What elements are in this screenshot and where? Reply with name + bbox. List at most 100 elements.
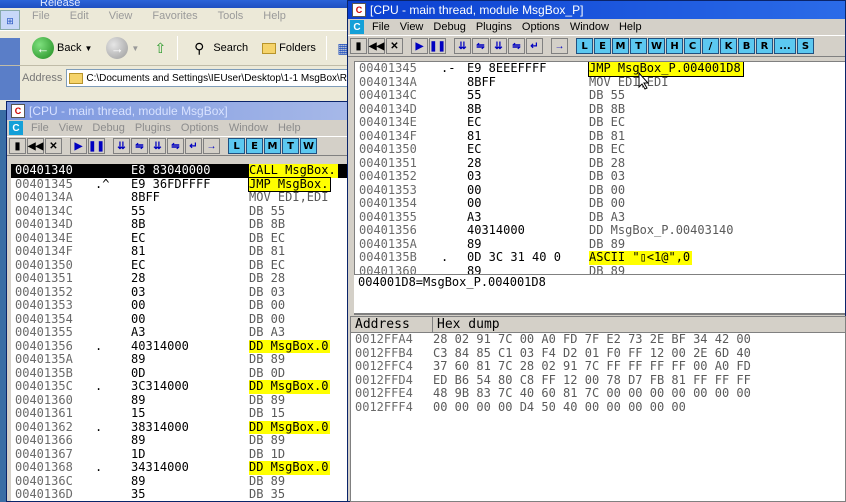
step-into-icon[interactable]: ⇊ [454,38,471,54]
handles-window-button[interactable]: H [666,38,683,54]
disasm-row[interactable]: 0040135B. 0D 3C 31 40 0 ASCII "▯<1@",0 [355,250,845,265]
trace-over-icon[interactable]: ⇋ [508,38,525,54]
disasm-row[interactable]: 0040135B 0D DB 0D [11,366,347,381]
menu-view[interactable]: View [395,21,429,33]
disasm-row[interactable]: 00401351 28 DB 28 [11,271,347,286]
references-button[interactable]: R [756,38,773,54]
open-icon[interactable]: ▮ [350,38,367,54]
disasm-row[interactable]: 00401368. 34314000 DD MsgBox.0 [11,460,347,475]
dump-row[interactable]: 0012FFA4 28 02 91 7C 00 A0 FD 7F E2 73 2E… [351,332,845,347]
memory-window-button[interactable]: M [612,38,629,54]
close-icon[interactable]: ✕ [45,138,62,154]
pause-icon[interactable]: ❚❚ [88,138,105,154]
disasm-row[interactable]: 0040134D 8B DB 8B [355,102,845,117]
disasm-row[interactable]: 00401350 EC DB EC [355,142,845,157]
dump-header-address[interactable]: Address [351,317,433,332]
windows-window-button[interactable]: W [300,138,317,154]
menu-file[interactable]: File [367,21,395,33]
pause-icon[interactable]: ❚❚ [429,38,446,54]
disasm-row[interactable]: 00401360 89 DB 89 [355,264,845,274]
execute-till-return-icon[interactable]: ↵ [185,138,202,154]
source-button[interactable]: S [797,38,814,54]
disassembly-pane[interactable]: 00401340 $ E8 83040000 CALL MsgBox. 00401345… [11,164,347,501]
patches-window-button[interactable]: / [702,38,719,54]
run-trace-button[interactable]: ... [774,38,796,54]
cpu-window-titlebar[interactable]: C [CPU - main thread, module MsgBox_P] [348,1,845,19]
up-folder-icon[interactable]: ⇧ [149,37,171,59]
disasm-row[interactable]: 00401356. 40314000 DD MsgBox.0 [11,339,347,353]
breakpoints-button[interactable]: B [738,38,755,54]
menu-help[interactable]: Help [273,122,306,134]
disasm-row[interactable]: 0040134A 8BFF MOV EDI,EDI [11,190,347,205]
step-into-icon[interactable]: ⇊ [113,138,130,154]
rewind-icon[interactable]: ◀◀ [27,138,44,154]
dump-row[interactable]: 0012FFB4 C3 84 85 C1 03 F4 D2 01 F0 FF 12… [351,346,845,361]
disasm-row[interactable]: 00401340 $ E8 83040000 CALL MsgBox. [11,164,347,178]
disasm-row[interactable]: 00401360 89 DB 89 [11,393,347,408]
search-button[interactable]: ⚲ Search [184,35,252,61]
windows-window-button[interactable]: W [648,38,665,54]
log-window-button[interactable]: L [228,138,245,154]
dump-row[interactable]: 0012FFD4 ED B6 54 80 C8 FF 12 00 78 D7 FB… [351,373,845,388]
menu-help[interactable]: Help [253,10,296,28]
chevron-down-icon[interactable]: ▼ [84,44,92,53]
disasm-row[interactable]: 00401353 00 DB 00 [355,183,845,198]
menu-file[interactable]: File [22,10,60,28]
disasm-row[interactable]: 0040134F 81 DB 81 [11,244,347,259]
back-button[interactable]: ← Back ▼ [28,35,96,61]
memory-window-button[interactable]: M [264,138,281,154]
disasm-row[interactable]: 00401366 89 DB 89 [11,433,347,448]
disasm-row[interactable]: 0040134F 81 DB 81 [355,129,845,144]
menu-options[interactable]: Options [176,122,224,134]
disasm-row[interactable]: 00401353 00 DB 00 [11,298,347,313]
disasm-row[interactable]: 00401367 1D DB 1D [11,447,347,462]
disasm-row[interactable]: 00401355 A3 DB A3 [11,325,347,340]
chevron-down-icon[interactable]: ▼ [131,44,139,53]
run-icon[interactable]: ▶ [411,38,428,54]
menu-favorites[interactable]: Favorites [142,10,207,28]
dump-row[interactable]: 0012FFF4 00 00 00 00 D4 50 40 00 00 00 00… [351,400,845,415]
disasm-row[interactable]: 0040134E EC DB EC [11,231,347,246]
disasm-row[interactable]: 0040134E EC DB EC [355,115,845,130]
menu-file[interactable]: File [26,122,54,134]
modules-window-button[interactable]: E [246,138,263,154]
call-stack-button[interactable]: K [720,38,737,54]
cpu-window-titlebar[interactable]: C [CPU - main thread, module MsgBox] [7,102,347,120]
disasm-row[interactable]: 00401355 A3 DB A3 [355,210,845,225]
menu-plugins[interactable]: Plugins [471,21,517,33]
disasm-row[interactable]: 00401362. 38314000 DD MsgBox.0 [11,420,347,434]
modules-window-button[interactable]: E [594,38,611,54]
menu-plugins[interactable]: Plugins [130,122,176,134]
hex-dump-pane[interactable]: Address Hex dump 0012FFA4 28 02 91 7C 00 … [350,316,846,502]
trace-into-icon[interactable]: ⇊ [149,138,166,154]
dump-row[interactable]: 0012FFC4 37 60 81 7C 28 02 91 7C FF FF FF… [351,360,845,374]
menu-options[interactable]: Options [517,21,565,33]
step-over-icon[interactable]: ⇋ [131,138,148,154]
disasm-row[interactable]: 0040136C 89 DB 89 [11,474,347,489]
rewind-icon[interactable]: ◀◀ [368,38,385,54]
disasm-row[interactable]: 0040135A 89 DB 89 [355,237,845,252]
trace-into-icon[interactable]: ⇊ [490,38,507,54]
address-input[interactable]: C:\Documents and Settings\IEUser\Desktop… [66,69,360,87]
threads-window-button[interactable]: T [282,138,299,154]
dump-header-hex[interactable]: Hex dump [433,317,845,332]
disasm-row[interactable]: 00401345 .- E9 8EEEFFFF JMP MsgBox_P.004001… [355,62,845,77]
disasm-row[interactable]: 00401354 00 DB 00 [11,312,347,327]
menu-window[interactable]: Window [565,21,614,33]
dump-row[interactable]: 0012FFE4 48 9B 83 7C 40 60 81 7C 00 00 00… [351,387,845,401]
disasm-row[interactable]: 0040134A 8BFF MOV EDI,EDI [355,75,845,90]
disasm-row[interactable]: 0040136D 35 DB 35 [11,487,347,501]
step-over-icon[interactable]: ⇋ [472,38,489,54]
cpu-window-button[interactable]: C [684,38,701,54]
disasm-row[interactable]: 0040135C. 3C314000 DD MsgBox.0 [11,379,347,394]
forward-button[interactable]: → ▼ [102,35,143,61]
disasm-row[interactable]: 00401351 28 DB 28 [355,156,845,171]
threads-window-button[interactable]: T [630,38,647,54]
open-icon[interactable]: ▮ [9,138,26,154]
goto-icon[interactable]: → [203,138,220,154]
disasm-row[interactable]: 00401356 40314000 DD MsgBox_P.00403140 [355,223,845,238]
trace-over-icon[interactable]: ⇋ [167,138,184,154]
menu-view[interactable]: View [99,10,143,28]
menu-debug[interactable]: Debug [428,21,470,33]
disasm-row[interactable]: 00401361 15 DB 15 [11,406,347,421]
